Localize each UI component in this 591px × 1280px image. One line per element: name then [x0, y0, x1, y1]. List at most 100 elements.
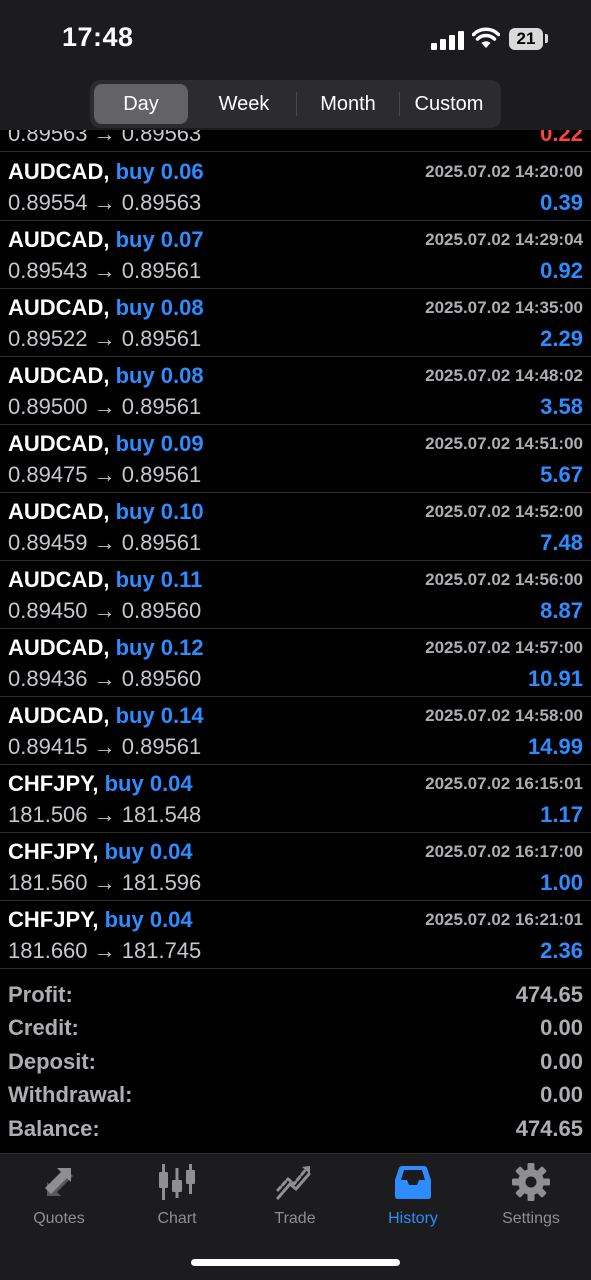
deal-symbol: CHFJPY, [8, 839, 99, 864]
deal-row[interactable]: AUDCAD, buy 0.12 2025.07.02 14:57:00 0.8… [0, 629, 591, 697]
deal-prices: 0.89436 → 0.89560 [8, 666, 202, 691]
deal-symbol: AUDCAD, [8, 703, 110, 728]
deal-row[interactable]: AUDCAD, buy 0.07 2025.07.02 14:29:04 0.8… [0, 221, 591, 289]
tab-quotes[interactable]: Quotes [0, 1162, 118, 1242]
deal-type-volume: buy 0.04 [104, 907, 193, 932]
summary-deposit: Deposit: 0.00 [0, 1047, 591, 1080]
tab-trade[interactable]: Trade [236, 1162, 354, 1242]
segment-month[interactable]: Month [298, 84, 398, 124]
trade-icon [276, 1166, 311, 1200]
deal-time: 2025.07.02 16:21:01 [425, 910, 583, 929]
deal-prices: 0.89459 → 0.89561 [8, 530, 202, 555]
deal-type-volume: buy 0.08 [115, 295, 204, 320]
period-selector-bar: Day Week Month Custom [0, 78, 591, 130]
battery-tip [545, 34, 548, 43]
deal-type-volume: buy 0.09 [115, 431, 204, 456]
deal-time: 2025.07.02 16:17:00 [425, 842, 583, 861]
deal-symbol: CHFJPY, [8, 907, 99, 932]
deal-prices: 181.560 → 181.596 [8, 870, 202, 895]
deal-type-volume: buy 0.08 [115, 363, 204, 388]
summary-label: Profit: [8, 982, 73, 1007]
segment-custom[interactable]: Custom [401, 84, 497, 124]
deal-symbol: AUDCAD, [8, 635, 110, 660]
summary-value: 0.00 [540, 1049, 583, 1074]
deal-row[interactable]: AUDCAD, buy 0.08 2025.07.02 14:35:00 0.8… [0, 289, 591, 357]
deal-prices: 0.89475 → 0.89561 [8, 462, 202, 487]
segment-week[interactable]: Week [194, 84, 294, 124]
deal-row[interactable]: AUDCAD, buy 0.06 2025.07.02 14:20:00 0.8… [0, 153, 591, 221]
summary-value: 0.00 [540, 1082, 583, 1107]
deal-time: 2025.07.02 14:51:00 [425, 434, 583, 453]
tab-label: History [388, 1210, 438, 1227]
deal-profit: 0.22 [540, 130, 583, 146]
deals-list[interactable]: 0.89563 → 0.89563 0.22 AUDCAD, buy 0.06 … [0, 130, 591, 972]
deal-time: 2025.07.02 16:15:01 [425, 774, 583, 793]
deal-prices: 181.506 → 181.548 [8, 802, 202, 827]
deal-prices: 0.89554 → 0.89563 [8, 190, 202, 215]
deal-time: 2025.07.02 14:20:00 [425, 162, 583, 181]
chart-icon [159, 1164, 195, 1200]
deal-profit: 0.39 [540, 190, 583, 215]
deal-symbol: AUDCAD, [8, 295, 110, 320]
summary-label: Balance: [8, 1116, 100, 1141]
tab-label: Chart [157, 1210, 197, 1227]
deal-profit: 2.36 [540, 938, 583, 963]
deal-row[interactable]: CHFJPY, buy 0.04 2025.07.02 16:21:01 181… [0, 901, 591, 969]
deal-prices: 0.89543 → 0.89561 [8, 258, 202, 283]
deal-row[interactable]: CHFJPY, buy 0.04 2025.07.02 16:17:00 181… [0, 833, 591, 901]
deal-symbol: AUDCAD, [8, 431, 110, 456]
deal-row[interactable]: AUDCAD, buy 0.11 2025.07.02 14:56:00 0.8… [0, 561, 591, 629]
deal-row[interactable]: AUDCAD, buy 0.10 2025.07.02 14:52:00 0.8… [0, 493, 591, 561]
segment-divider [399, 92, 400, 116]
period-segmented-control: Day Week Month Custom [90, 80, 501, 128]
tab-label: Trade [274, 1210, 316, 1227]
deal-type-volume: buy 0.12 [115, 635, 204, 660]
deal-prices: 0.89450 → 0.89560 [8, 598, 202, 623]
quotes-icon [45, 1168, 73, 1196]
summary-label: Withdrawal: [8, 1082, 133, 1107]
segment-divider [296, 92, 297, 116]
deal-profit: 3.58 [540, 394, 583, 419]
deal-symbol: AUDCAD, [8, 363, 110, 388]
summary-label: Credit: [8, 1015, 79, 1040]
deal-type-volume: buy 0.10 [115, 499, 204, 524]
deal-prices: 0.89415 → 0.89561 [8, 734, 202, 759]
deal-time: 2025.07.02 14:48:02 [425, 366, 583, 385]
deal-profit: 14.99 [527, 734, 583, 759]
deal-time: 2025.07.02 14:56:00 [425, 570, 583, 589]
deal-type-volume: buy 0.14 [115, 703, 204, 728]
deal-profit: 1.17 [540, 802, 583, 827]
deal-type-volume: buy 0.04 [104, 771, 193, 796]
deal-symbol: CHFJPY, [8, 771, 99, 796]
deal-row[interactable]: CHFJPY, buy 0.04 2025.07.02 16:15:01 181… [0, 765, 591, 833]
summary-profit: Profit: 474.65 [0, 980, 591, 1013]
deal-row[interactable]: AUDCAD, buy 0.14 2025.07.02 14:58:00 0.8… [0, 697, 591, 765]
home-indicator[interactable] [191, 1259, 400, 1266]
deal-symbol: AUDCAD, [8, 499, 110, 524]
tab-settings[interactable]: Settings [472, 1162, 590, 1242]
deal-symbol: AUDCAD, [8, 159, 110, 184]
tab-chart[interactable]: Chart [118, 1162, 236, 1242]
deal-profit: 0.92 [540, 258, 583, 283]
summary-label: Deposit: [8, 1049, 96, 1074]
tab-history[interactable]: History [354, 1162, 472, 1242]
deal-prices: 181.660 → 181.745 [8, 938, 202, 963]
deal-symbol: AUDCAD, [8, 227, 110, 252]
deal-type-volume: buy 0.07 [115, 227, 204, 252]
deal-time: 2025.07.02 14:35:00 [425, 298, 583, 317]
status-bar: 17:48 21 [0, 0, 591, 78]
history-icon [395, 1166, 431, 1199]
summary-value: 474.65 [515, 1116, 583, 1141]
summary-balance: Balance: 474.65 [0, 1114, 591, 1147]
clock: 17:48 [62, 22, 134, 52]
deal-row-partial[interactable]: 0.89563 → 0.89563 0.22 [0, 130, 591, 152]
deal-type-volume: buy 0.06 [115, 159, 204, 184]
tab-label: Quotes [33, 1210, 85, 1227]
deal-prices: 0.89522 → 0.89561 [8, 326, 202, 351]
deal-profit: 10.91 [527, 666, 583, 691]
deal-row[interactable]: AUDCAD, buy 0.08 2025.07.02 14:48:02 0.8… [0, 357, 591, 425]
deal-type-volume: buy 0.11 [115, 567, 203, 592]
segment-day[interactable]: Day [94, 84, 188, 124]
deal-profit: 7.48 [540, 530, 583, 555]
deal-row[interactable]: AUDCAD, buy 0.09 2025.07.02 14:51:00 0.8… [0, 425, 591, 493]
